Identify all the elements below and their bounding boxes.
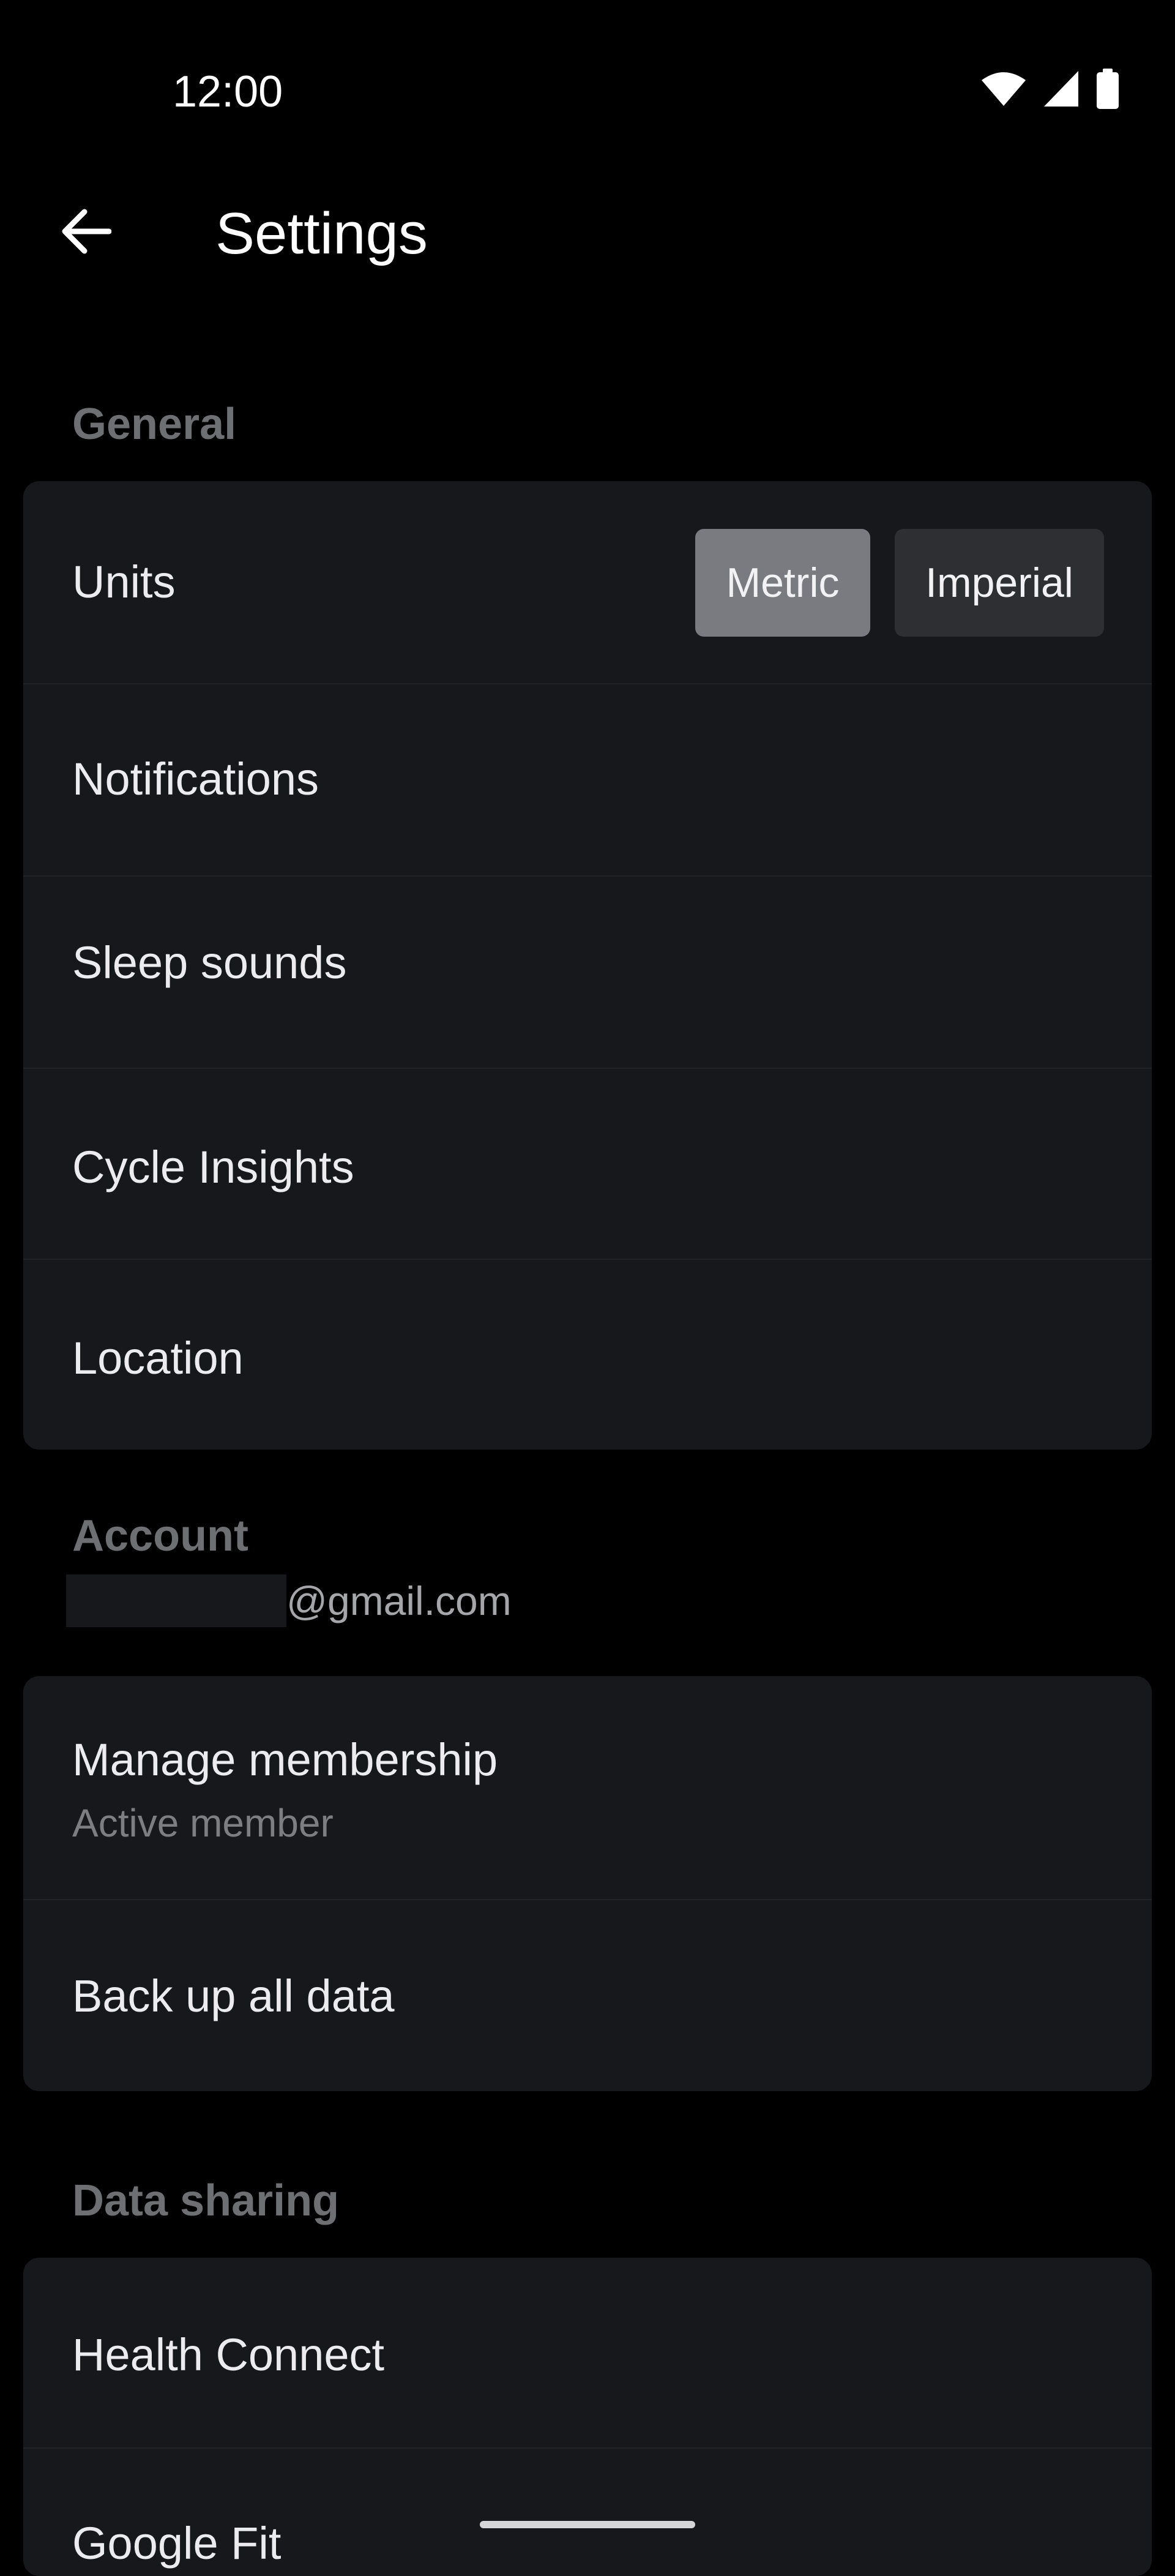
settings-item-label: Sleep sounds bbox=[72, 937, 347, 988]
metric-button[interactable]: Metric bbox=[695, 529, 870, 637]
units-label: Units bbox=[72, 556, 176, 607]
redacted-email-username bbox=[66, 1574, 286, 1627]
membership-status: Active member bbox=[72, 1801, 334, 1845]
settings-item-location[interactable]: Location bbox=[23, 1260, 1152, 1450]
settings-item-cycle-insights[interactable]: Cycle Insights bbox=[23, 1069, 1152, 1260]
units-row: Units Metric Imperial bbox=[23, 481, 1152, 684]
settings-item-google-fit[interactable]: Google Fit bbox=[23, 2449, 1152, 2576]
section-header-general: General bbox=[72, 400, 237, 449]
settings-item-sleep-sounds[interactable]: Sleep sounds bbox=[23, 877, 1152, 1069]
settings-item-notifications[interactable]: Notifications bbox=[23, 684, 1152, 877]
account-card: Manage membership Active member Back up … bbox=[23, 1676, 1152, 2091]
section-header-data-sharing: Data sharing bbox=[72, 2176, 340, 2225]
home-indicator[interactable] bbox=[480, 2521, 695, 2528]
settings-item-health-connect[interactable]: Health Connect bbox=[23, 2258, 1152, 2449]
status-icons bbox=[980, 67, 1120, 110]
app-bar: Settings bbox=[0, 184, 1175, 282]
general-card: Units Metric Imperial Notifications Slee… bbox=[23, 481, 1152, 1450]
section-header-account: Account bbox=[72, 1511, 248, 1560]
settings-item-label: Location bbox=[72, 1333, 244, 1383]
account-email: @gmail.com bbox=[66, 1573, 512, 1628]
account-email-domain: @gmail.com bbox=[286, 1578, 512, 1623]
arrow-left-icon bbox=[60, 208, 112, 258]
cellular-signal-icon bbox=[1043, 70, 1080, 108]
imperial-button[interactable]: Imperial bbox=[895, 529, 1104, 637]
manage-membership-label: Manage membership bbox=[72, 1734, 498, 1785]
settings-item-label: Health Connect bbox=[72, 2329, 385, 2380]
wifi-icon bbox=[980, 70, 1027, 107]
settings-item-label: Notifications bbox=[72, 754, 319, 804]
data-sharing-card: Health Connect Google Fit bbox=[23, 2258, 1152, 2576]
units-segmented-control: Metric Imperial bbox=[695, 529, 1104, 637]
back-up-data-label: Back up all data bbox=[72, 1971, 395, 2021]
manage-membership-row[interactable]: Manage membership Active member bbox=[23, 1676, 1152, 1900]
back-button[interactable] bbox=[49, 202, 122, 263]
settings-item-label: Google Fit bbox=[72, 2518, 282, 2569]
settings-item-label: Cycle Insights bbox=[72, 1142, 354, 1193]
page-title: Settings bbox=[215, 201, 428, 266]
status-bar: 12:00 bbox=[0, 0, 1175, 184]
battery-icon bbox=[1095, 69, 1120, 109]
status-time: 12:00 bbox=[173, 67, 283, 116]
back-up-data-row[interactable]: Back up all data bbox=[23, 1900, 1152, 2091]
